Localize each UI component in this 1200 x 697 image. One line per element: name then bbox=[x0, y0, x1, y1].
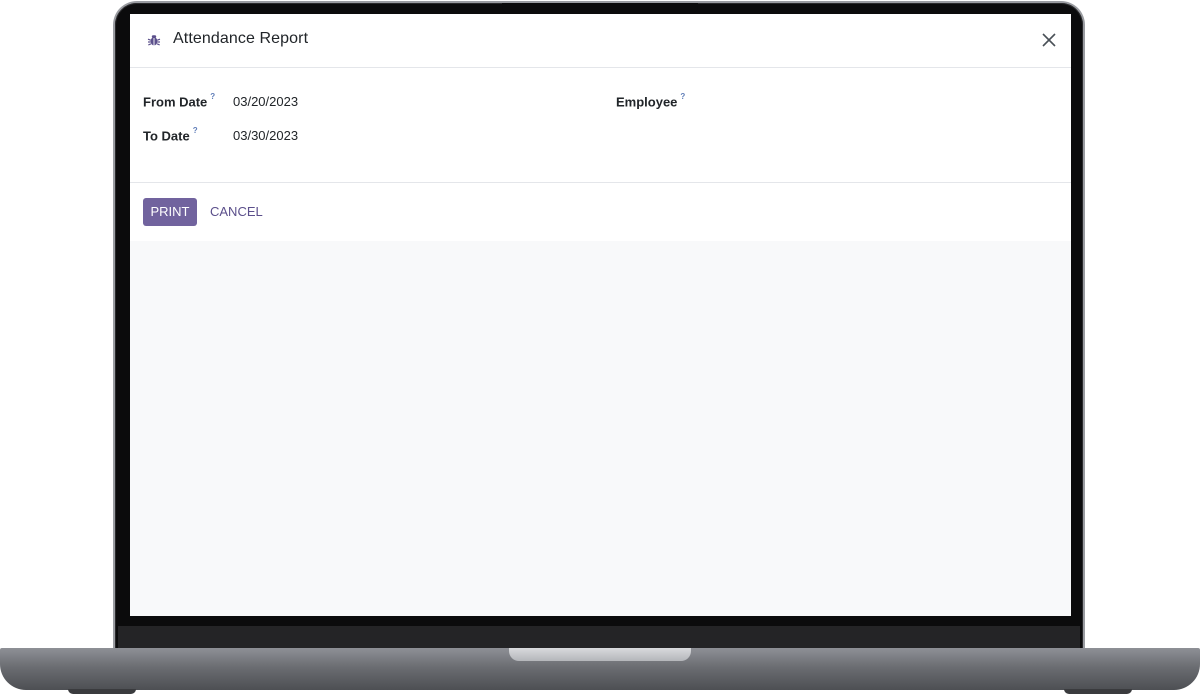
cancel-button[interactable]: CANCEL bbox=[204, 198, 269, 226]
camera-notch bbox=[502, 3, 698, 14]
screen-bottom-bezel bbox=[118, 626, 1080, 648]
from-date-label: From Date? bbox=[143, 92, 215, 110]
dialog-header: Attendance Report bbox=[130, 14, 1071, 68]
laptop-foot-left bbox=[68, 689, 136, 694]
attendance-report-dialog: Attendance Report From Date? To Date? bbox=[130, 14, 1071, 241]
to-date-label: To Date? bbox=[143, 126, 198, 144]
from-date-label-text: From Date bbox=[143, 94, 208, 110]
employee-label-text: Employee bbox=[616, 94, 678, 110]
from-date-help-icon[interactable]: ? bbox=[210, 92, 215, 101]
bug-icon bbox=[147, 35, 161, 46]
employee-field[interactable] bbox=[693, 94, 1057, 114]
close-icon bbox=[1042, 33, 1056, 47]
laptop-foot-right bbox=[1064, 689, 1132, 694]
close-button[interactable] bbox=[1038, 29, 1060, 51]
laptop-screen: Attendance Report From Date? To Date? bbox=[130, 14, 1071, 616]
employee-label: Employee? bbox=[616, 92, 685, 110]
employee-help-icon[interactable]: ? bbox=[680, 92, 685, 101]
laptop-mockup: Attendance Report From Date? To Date? bbox=[0, 0, 1200, 697]
print-button[interactable]: PRINT bbox=[143, 198, 197, 226]
laptop-opening-notch bbox=[509, 648, 691, 661]
to-date-field[interactable] bbox=[233, 128, 353, 143]
to-date-help-icon[interactable]: ? bbox=[193, 126, 198, 135]
dialog-body: From Date? To Date? Employee? bbox=[130, 68, 1071, 183]
to-date-label-text: To Date bbox=[143, 128, 190, 144]
from-date-field[interactable] bbox=[233, 94, 353, 109]
dialog-title: Attendance Report bbox=[173, 30, 309, 47]
